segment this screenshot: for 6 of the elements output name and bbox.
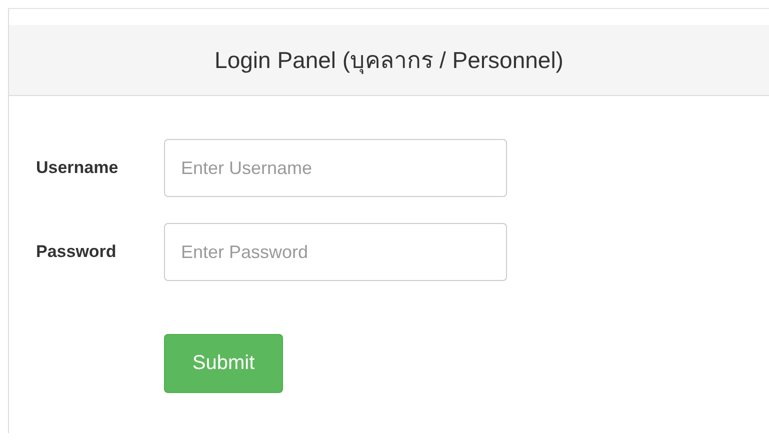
input-field[interactable]: Enter Username (164, 139, 507, 197)
submit-button[interactable]: Submit (164, 334, 283, 393)
field-label: Password (36, 242, 118, 262)
field-label: Username (36, 158, 120, 178)
input-field[interactable]: Enter Password (164, 223, 507, 281)
panel-title: Login Panel (บุคลากร / Personnel) (214, 46, 564, 76)
